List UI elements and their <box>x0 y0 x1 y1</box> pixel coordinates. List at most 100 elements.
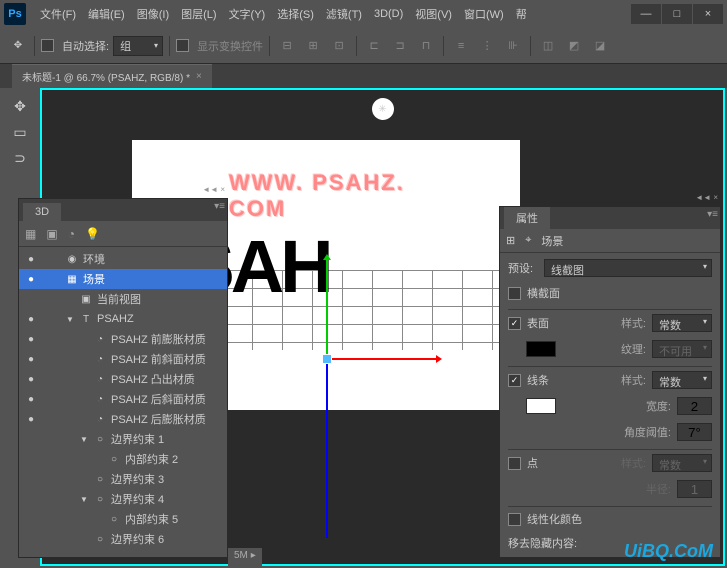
filter-light-icon[interactable]: 💡 <box>85 227 100 241</box>
tree-item[interactable]: ●▼TPSAHZ <box>19 309 227 329</box>
panel-collapse-icon[interactable]: ◄◄ × <box>695 193 718 202</box>
tree-item[interactable]: ▼○边界约束 1 <box>19 429 227 449</box>
menu-help[interactable]: 帮 <box>510 2 533 26</box>
close-button[interactable]: × <box>693 4 723 24</box>
linearize-checkbox[interactable] <box>508 513 521 526</box>
align-icon-4[interactable]: ⊏ <box>363 35 385 57</box>
z-axis-gizmo[interactable] <box>326 358 328 538</box>
menu-type[interactable]: 文字(Y) <box>223 2 272 26</box>
align-icon-5[interactable]: ⊐ <box>389 35 411 57</box>
distribute-icon-1[interactable]: ≡ <box>450 35 472 57</box>
tree-item[interactable]: ●◔PSAHZ 凸出材质 <box>19 369 227 389</box>
lasso-tool[interactable]: ⊃ <box>8 146 32 170</box>
item-label: 边界约束 7 <box>111 551 164 553</box>
filter-material-icon[interactable]: ◔ <box>68 227 75 241</box>
auto-select-label: 自动选择: <box>62 38 109 54</box>
expand-icon[interactable]: ▼ <box>79 495 89 504</box>
menu-image[interactable]: 图像(I) <box>131 2 175 26</box>
menu-window[interactable]: 窗口(W) <box>458 2 510 26</box>
menu-layer[interactable]: 图层(L) <box>175 2 222 26</box>
tree-item[interactable]: ○内部约束 5 <box>19 509 227 529</box>
show-transform-checkbox[interactable] <box>176 39 189 52</box>
item-label: PSAHZ 前斜面材质 <box>111 351 206 367</box>
visibility-icon[interactable]: ● <box>23 394 39 405</box>
distribute-icon-3[interactable]: ⊪ <box>502 35 524 57</box>
auto-select-checkbox[interactable] <box>41 39 54 52</box>
expand-icon[interactable]: ▼ <box>79 435 89 444</box>
tree-item[interactable]: ▣当前视图 <box>19 289 227 309</box>
angle-label: 角度阈值: <box>508 424 671 440</box>
3d-panel-tab[interactable]: 3D <box>23 203 61 221</box>
3d-scene-tree[interactable]: ●◉环境●▦场景▣当前视图●▼TPSAHZ●◔PSAHZ 前膨胀材质●◔PSAH… <box>19 247 227 553</box>
menu-view[interactable]: 视图(V) <box>409 2 458 26</box>
marquee-tool[interactable]: ▭ <box>8 120 32 144</box>
points-checkbox[interactable] <box>508 457 521 470</box>
section-checkbox[interactable] <box>508 287 521 300</box>
3d-mode-icon-1[interactable]: ◫ <box>537 35 559 57</box>
status-bar: 5M ▸ <box>228 548 262 566</box>
auto-select-dropdown[interactable]: 组 <box>113 36 163 56</box>
align-icon-3[interactable]: ⊡ <box>328 35 350 57</box>
move-tool-icon[interactable]: ✥ <box>8 36 28 56</box>
3d-widget-icon[interactable]: ✳ <box>372 98 394 120</box>
visibility-icon[interactable]: ● <box>23 414 39 425</box>
panel-menu-icon[interactable]: ▾≡ <box>707 209 718 220</box>
document-tab[interactable]: 未标题-1 @ 66.7% (PSAHZ, RGB/8) * × <box>12 64 212 88</box>
panel-menu-icon[interactable]: ▾≡ <box>214 201 225 212</box>
tree-item[interactable]: ○边界约束 3 <box>19 469 227 489</box>
menu-file[interactable]: 文件(F) <box>34 2 82 26</box>
panel-collapse-icon[interactable]: ◄◄ × <box>202 185 225 194</box>
distribute-icon-2[interactable]: ⋮ <box>476 35 498 57</box>
tree-item[interactable]: ●◉环境 <box>19 249 227 269</box>
maximize-button[interactable]: □ <box>662 4 692 24</box>
tree-item[interactable]: ●◔PSAHZ 前斜面材质 <box>19 349 227 369</box>
visibility-icon[interactable]: ● <box>23 374 39 385</box>
mesh-icon: ⊞ <box>506 234 515 247</box>
lines-checkbox[interactable] <box>508 374 521 387</box>
lines-style-dropdown[interactable]: 常数 <box>652 371 712 389</box>
angle-input[interactable] <box>677 423 712 441</box>
tree-item[interactable]: ○边界约束 7 <box>19 549 227 553</box>
menu-3d[interactable]: 3D(D) <box>368 4 409 24</box>
coord-icon: ⌖ <box>525 234 531 247</box>
texture-dropdown: 不可用 <box>652 340 712 358</box>
properties-panel-tab[interactable]: 属性 <box>504 207 550 229</box>
menu-edit[interactable]: 编辑(E) <box>82 2 131 26</box>
visibility-icon[interactable]: ● <box>23 314 39 325</box>
item-label: 内部约束 5 <box>125 511 178 527</box>
item-label: PSAHZ 凸出材质 <box>111 371 195 387</box>
menu-filter[interactable]: 滤镜(T) <box>320 2 368 26</box>
filter-mesh-icon[interactable]: ▣ <box>46 227 57 241</box>
3d-mode-icon-3[interactable]: ◪ <box>589 35 611 57</box>
visibility-icon[interactable]: ● <box>23 354 39 365</box>
align-icon-6[interactable]: ⊓ <box>415 35 437 57</box>
menu-select[interactable]: 选择(S) <box>271 2 320 26</box>
width-input[interactable] <box>677 397 712 415</box>
move-tool[interactable]: ✥ <box>8 94 32 118</box>
filter-scene-icon[interactable]: ▦ <box>25 227 36 241</box>
lines-color-swatch[interactable] <box>526 398 556 414</box>
surface-checkbox[interactable] <box>508 317 521 330</box>
tree-item[interactable]: ▼○边界约束 4 <box>19 489 227 509</box>
surface-color-swatch[interactable] <box>526 341 556 357</box>
x-axis-gizmo[interactable] <box>326 358 436 360</box>
tree-item[interactable]: ●◔PSAHZ 后膨胀材质 <box>19 409 227 429</box>
gizmo-origin[interactable] <box>322 354 332 364</box>
tree-item[interactable]: ○内部约束 2 <box>19 449 227 469</box>
expand-icon[interactable]: ▼ <box>65 315 75 324</box>
align-icon-1[interactable]: ⊟ <box>276 35 298 57</box>
surface-style-dropdown[interactable]: 常数 <box>652 314 712 332</box>
3d-mode-icon-2[interactable]: ◩ <box>563 35 585 57</box>
visibility-icon[interactable]: ● <box>23 274 39 285</box>
y-axis-gizmo[interactable] <box>326 260 328 360</box>
tree-item[interactable]: ○边界约束 6 <box>19 529 227 549</box>
tree-item[interactable]: ●◔PSAHZ 后斜面材质 <box>19 389 227 409</box>
align-icon-2[interactable]: ⊞ <box>302 35 324 57</box>
visibility-icon[interactable]: ● <box>23 334 39 345</box>
tree-item[interactable]: ●▦场景 <box>19 269 227 289</box>
preset-dropdown[interactable]: 线截图 <box>544 259 712 277</box>
visibility-icon[interactable]: ● <box>23 254 39 265</box>
tree-item[interactable]: ●◔PSAHZ 前膨胀材质 <box>19 329 227 349</box>
tab-close-icon[interactable]: × <box>196 71 202 82</box>
minimize-button[interactable]: — <box>631 4 661 24</box>
